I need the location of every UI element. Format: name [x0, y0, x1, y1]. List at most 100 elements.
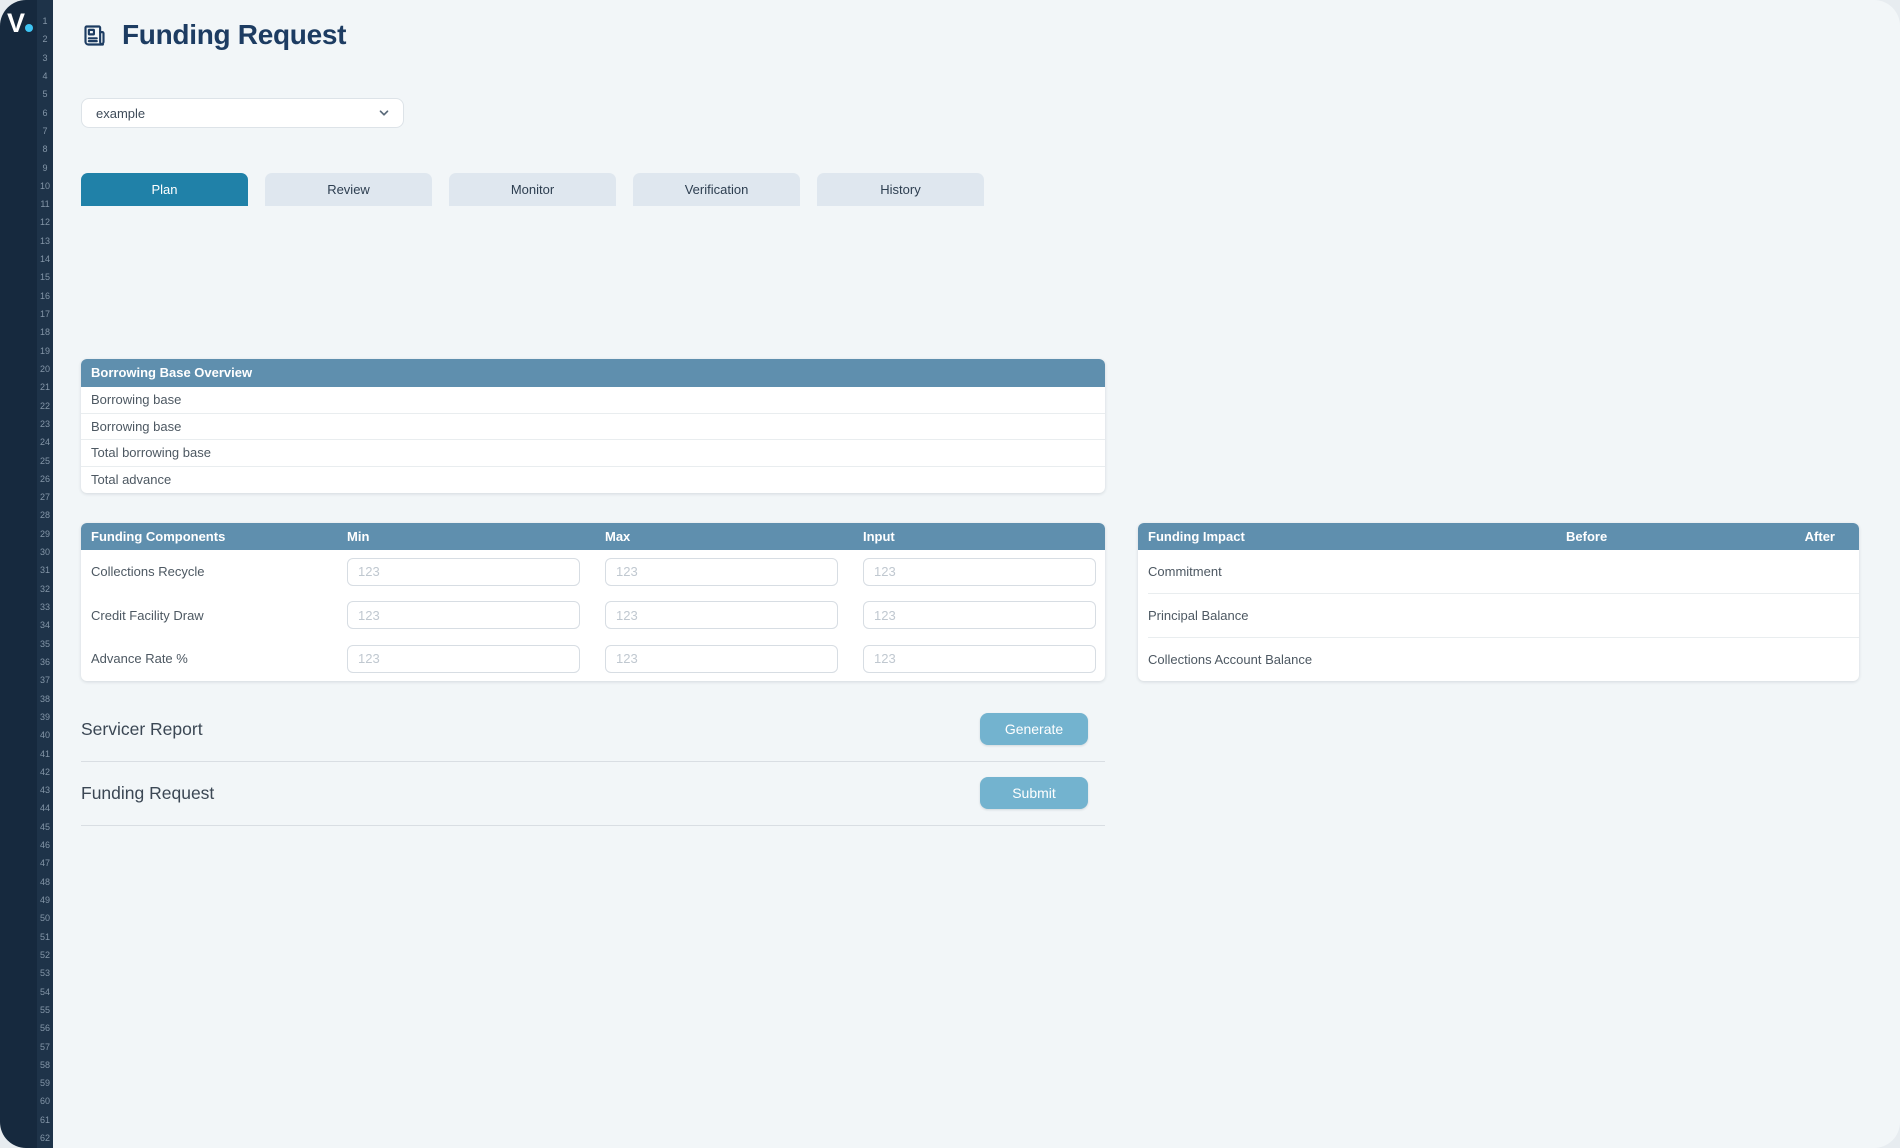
funding-components-table: Funding Components Min Max Input Collect…	[81, 523, 1105, 681]
generate-button[interactable]: Generate	[980, 713, 1088, 745]
advance-rate-min-input[interactable]	[347, 645, 580, 673]
line-number: 19	[37, 342, 53, 360]
column-input: Input	[863, 529, 1095, 544]
line-number: 17	[37, 305, 53, 323]
line-number: 13	[37, 232, 53, 250]
funding-impact-table: Funding Impact Before After Commitment P…	[1138, 523, 1859, 681]
line-number: 41	[37, 745, 53, 763]
servicer-report-label: Servicer Report	[81, 719, 203, 740]
line-number: 21	[37, 378, 53, 396]
line-number: 4	[37, 67, 53, 85]
row-label: Principal Balance	[1148, 608, 1566, 623]
tab-review[interactable]: Review	[265, 173, 432, 206]
table-row: Borrowing base	[81, 387, 1105, 414]
line-number: 10	[37, 177, 53, 195]
funding-request-row: Funding Request Submit	[81, 762, 1105, 825]
line-number: 16	[37, 287, 53, 305]
tables-row: Funding Components Min Max Input Collect…	[81, 523, 1900, 826]
line-number: 40	[37, 726, 53, 744]
line-number: 3	[37, 49, 53, 67]
submit-button[interactable]: Submit	[980, 777, 1088, 809]
deal-select[interactable]: example	[81, 98, 404, 128]
line-number: 27	[37, 488, 53, 506]
line-number: 26	[37, 470, 53, 488]
line-number: 5	[37, 85, 53, 103]
table-row: Collections Account Balance	[1138, 638, 1859, 681]
line-number: 31	[37, 561, 53, 579]
line-number: 57	[37, 1038, 53, 1056]
tab-monitor[interactable]: Monitor	[449, 173, 616, 206]
table-row: Total borrowing base	[81, 440, 1105, 467]
credit-facility-draw-input[interactable]	[863, 601, 1096, 629]
deal-select-value: example	[96, 106, 145, 121]
line-number: 22	[37, 397, 53, 415]
line-number: 1	[37, 12, 53, 30]
line-number: 48	[37, 873, 53, 891]
tab-verification[interactable]: Verification	[633, 173, 800, 206]
servicer-report-row: Servicer Report Generate	[81, 698, 1105, 761]
table-row: Borrowing base	[81, 414, 1105, 441]
column-max: Max	[605, 529, 863, 544]
collections-recycle-max-input[interactable]	[605, 558, 838, 586]
row-label: Total advance	[91, 472, 171, 487]
table-row: Commitment	[1138, 550, 1859, 593]
line-number: 50	[37, 909, 53, 927]
row-label: Borrowing base	[91, 392, 181, 407]
line-number: 23	[37, 415, 53, 433]
line-number: 20	[37, 360, 53, 378]
table-row: Credit Facility Draw	[81, 594, 1105, 638]
line-number: 43	[37, 781, 53, 799]
line-number: 58	[37, 1056, 53, 1074]
line-number: 35	[37, 635, 53, 653]
credit-facility-draw-min-input[interactable]	[347, 601, 580, 629]
credit-facility-draw-max-input[interactable]	[605, 601, 838, 629]
line-number: 7	[37, 122, 53, 140]
actions-section: Servicer Report Generate Funding Request…	[81, 698, 1105, 826]
advance-rate-max-input[interactable]	[605, 645, 838, 673]
line-number: 28	[37, 506, 53, 524]
line-number: 62	[37, 1129, 53, 1147]
funding-request-label: Funding Request	[81, 783, 214, 804]
borrowing-base-table-header: Borrowing Base Overview	[81, 359, 1105, 387]
newspaper-icon	[81, 22, 108, 49]
app-logo[interactable]: V	[7, 8, 33, 39]
line-number: 55	[37, 1001, 53, 1019]
collections-recycle-input[interactable]	[863, 558, 1096, 586]
line-number: 2	[37, 30, 53, 48]
divider	[81, 825, 1105, 826]
line-number: 42	[37, 763, 53, 781]
line-number: 45	[37, 818, 53, 836]
line-number: 53	[37, 964, 53, 982]
column-before: Before	[1566, 529, 1799, 544]
collections-recycle-min-input[interactable]	[347, 558, 580, 586]
logo-letter: V	[7, 8, 24, 38]
line-number: 39	[37, 708, 53, 726]
line-number: 34	[37, 616, 53, 634]
row-label: Total borrowing base	[91, 445, 211, 460]
line-number: 12	[37, 213, 53, 231]
right-column: Funding Impact Before After Commitment P…	[1138, 523, 1859, 681]
line-number: 30	[37, 543, 53, 561]
logo-dot	[25, 24, 33, 32]
line-number: 56	[37, 1019, 53, 1037]
line-number: 24	[37, 433, 53, 451]
line-number: 33	[37, 598, 53, 616]
line-number: 37	[37, 671, 53, 689]
row-label: Credit Facility Draw	[91, 608, 347, 623]
line-number: 6	[37, 104, 53, 122]
line-number: 11	[37, 195, 53, 213]
page-title: Funding Request	[122, 19, 346, 51]
tab-plan[interactable]: Plan	[81, 173, 248, 206]
advance-rate-input[interactable]	[863, 645, 1096, 673]
line-number: 51	[37, 928, 53, 946]
app-window: 1234567891011121314151617181920212223242…	[0, 0, 1900, 1148]
row-label: Borrowing base	[91, 419, 181, 434]
tab-history[interactable]: History	[817, 173, 984, 206]
line-number-gutter: 1234567891011121314151617181920212223242…	[37, 0, 53, 1148]
column-min: Min	[347, 529, 605, 544]
line-number: 46	[37, 836, 53, 854]
line-number: 38	[37, 690, 53, 708]
row-label: Advance Rate %	[91, 651, 347, 666]
line-number: 61	[37, 1111, 53, 1129]
borrowing-base-table: Borrowing Base Overview Borrowing base B…	[81, 359, 1105, 493]
